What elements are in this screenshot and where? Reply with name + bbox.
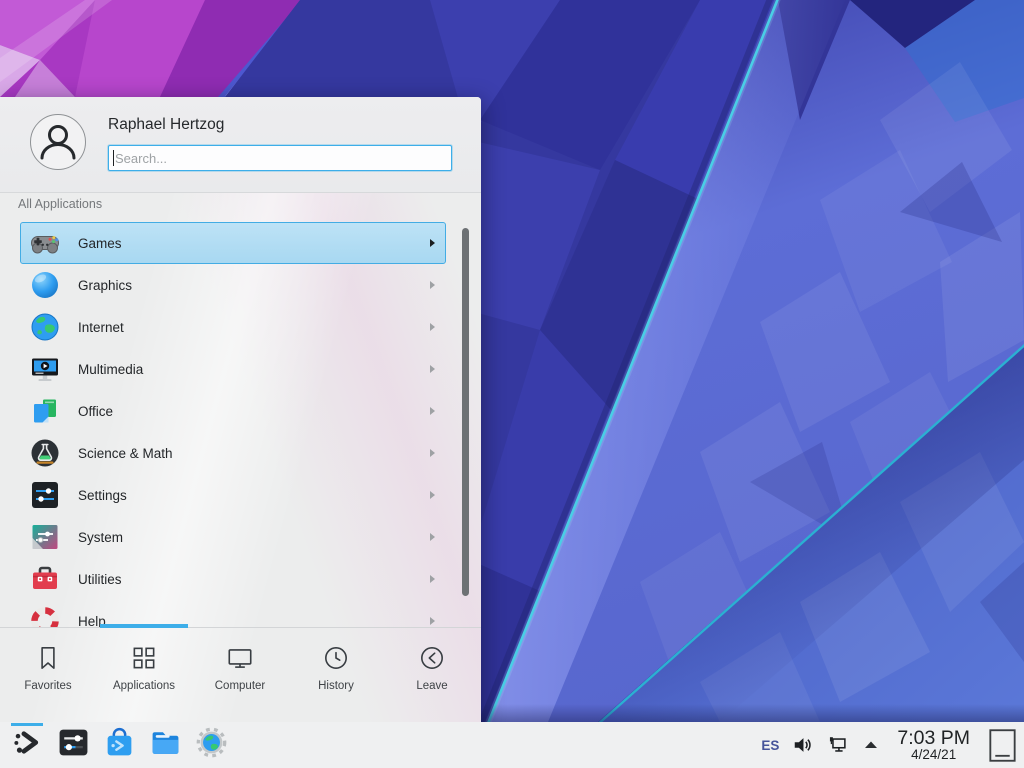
submenu-arrow-icon (430, 365, 435, 373)
list-scrollbar[interactable] (462, 228, 469, 596)
tab-history[interactable]: History (288, 628, 384, 722)
category-label: Settings (78, 488, 127, 503)
keyboard-layout-indicator[interactable]: ES (761, 738, 779, 753)
taskbar-kickoff-launcher-button[interactable] (4, 722, 50, 768)
submenu-arrow-icon (430, 575, 435, 583)
bookmark-icon (33, 643, 63, 673)
category-row-internet[interactable]: Internet (20, 306, 446, 348)
category-label: Science & Math (78, 446, 173, 461)
tab-label: Favorites (24, 680, 71, 692)
tab-label: Applications (113, 680, 175, 692)
text-caret (113, 150, 114, 166)
volume-icon[interactable] (792, 734, 814, 756)
application-launcher-popup: Raphael Hertzog All Applications (0, 97, 481, 722)
system-tray: ES (761, 722, 1024, 768)
show-desktop-button[interactable] (989, 729, 1016, 762)
category-label: Utilities (78, 572, 122, 587)
user-avatar[interactable] (29, 113, 87, 171)
category-label: Games (78, 236, 122, 251)
settings-sliders-icon (29, 479, 61, 511)
show-desktop-icon (989, 729, 1016, 762)
network-icon[interactable] (827, 734, 849, 756)
discover-icon (103, 726, 136, 764)
taskbar-discover-button[interactable] (96, 722, 142, 768)
science-flask-icon (29, 437, 61, 469)
tab-label: Leave (416, 680, 447, 692)
tab-label: History (318, 680, 354, 692)
tab-applications[interactable]: Applications (96, 628, 192, 722)
submenu-arrow-icon (430, 449, 435, 457)
category-row-settings[interactable]: Settings (20, 474, 446, 516)
taskbar-konqueror-button[interactable] (188, 722, 234, 768)
kickoff-launcher-icon (11, 726, 44, 764)
tray-expander-caret-icon[interactable] (862, 736, 880, 754)
submenu-arrow-icon (430, 281, 435, 289)
digital-clock[interactable]: 7:03 PM 4/24/21 (897, 728, 970, 762)
system-settings-icon (57, 726, 90, 764)
submenu-arrow-icon (430, 617, 435, 625)
category-label: Multimedia (78, 362, 143, 377)
konqueror-globe-gear-icon (195, 726, 228, 764)
user-name: Raphael Hertzog (108, 116, 224, 134)
desktop: Raphael Hertzog All Applications (0, 0, 1024, 768)
clock-date: 4/24/21 (897, 748, 970, 762)
tab-label: Computer (215, 680, 266, 692)
category-row-science-math[interactable]: Science & Math (20, 432, 446, 474)
category-row-help[interactable]: Help (20, 600, 446, 627)
launcher-tabbar: Favorites Applications C (0, 628, 481, 722)
user-icon (29, 113, 87, 171)
dolphin-folder-icon (149, 726, 182, 764)
clock-time: 7:03 PM (897, 728, 970, 748)
category-label: Internet (78, 320, 124, 335)
section-label: All Applications (18, 197, 102, 211)
submenu-arrow-icon (430, 239, 435, 247)
category-row-office[interactable]: Office (20, 390, 446, 432)
taskbar-panel: ES (0, 722, 1024, 768)
submenu-arrow-icon (430, 407, 435, 415)
tab-favorites[interactable]: Favorites (0, 628, 96, 722)
submenu-arrow-icon (430, 533, 435, 541)
category-label: Office (78, 404, 113, 419)
system-sliders-icon (29, 521, 61, 553)
history-clock-icon (321, 643, 351, 673)
search-input[interactable] (108, 145, 452, 171)
submenu-arrow-icon (430, 323, 435, 331)
category-list: Games Graphics (20, 222, 446, 627)
active-tab-indicator (100, 624, 188, 628)
graphics-ball-icon (29, 269, 61, 301)
category-row-system[interactable]: System (20, 516, 446, 558)
active-app-indicator (11, 723, 43, 726)
tab-computer[interactable]: Computer (192, 628, 288, 722)
multimedia-monitor-icon (29, 353, 61, 385)
office-documents-icon (29, 395, 61, 427)
computer-monitor-icon (225, 643, 255, 673)
gamepad-icon (29, 227, 61, 259)
globe-icon (29, 311, 61, 343)
category-label: Graphics (78, 278, 132, 293)
tab-leave[interactable]: Leave (384, 628, 480, 722)
submenu-arrow-icon (430, 491, 435, 499)
taskbar-dolphin-button[interactable] (142, 722, 188, 768)
taskbar-app-icons (0, 722, 234, 768)
taskbar-system-settings-button[interactable] (50, 722, 96, 768)
help-lifebuoy-icon (29, 605, 61, 627)
category-row-graphics[interactable]: Graphics (20, 264, 446, 306)
leave-icon (417, 643, 447, 673)
category-row-games[interactable]: Games (20, 222, 446, 264)
category-label: System (78, 530, 123, 545)
toolbox-icon (29, 563, 61, 595)
category-row-utilities[interactable]: Utilities (20, 558, 446, 600)
category-row-multimedia[interactable]: Multimedia (20, 348, 446, 390)
app-grid-icon (129, 643, 159, 673)
